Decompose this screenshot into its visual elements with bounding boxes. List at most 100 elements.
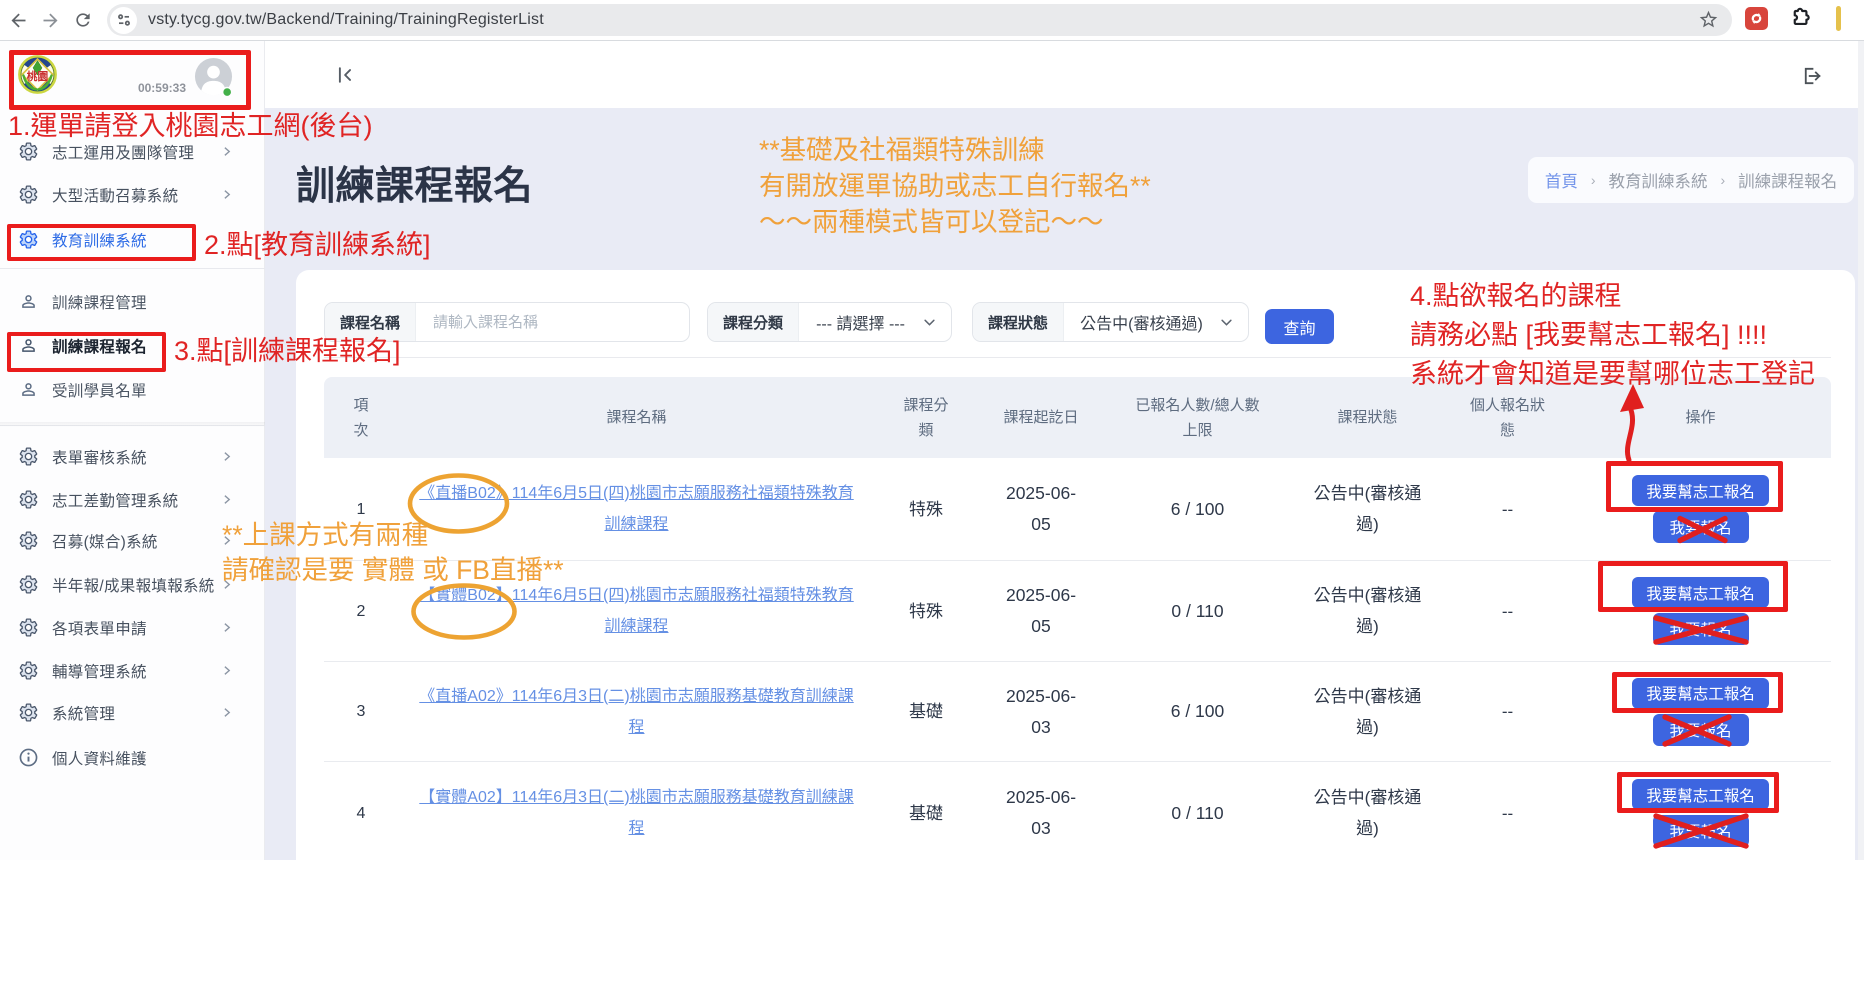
page-title: 訓練課程報名 xyxy=(296,155,533,211)
register-self-button[interactable]: 我要報名 xyxy=(1653,714,1749,746)
chevron-right-icon xyxy=(220,493,233,506)
chevron-down-icon xyxy=(922,315,937,330)
course-table: 項 次 課程名稱 課程分 類 課程起訖日 已報名人數/總人數 上限 課程狀態 個… xyxy=(324,377,1831,864)
url-text[interactable]: vsty.tycg.gov.tw/Backend/Training/Traini… xyxy=(148,11,544,29)
chevron-right-icon xyxy=(220,145,233,158)
chevron-right-icon xyxy=(220,534,233,547)
table-row: 2 【實體B02】114年6月5日(四)桃園市志願服務社福類特殊教育 訓練課程 … xyxy=(324,561,1831,662)
table-header-row: 項 次 課程名稱 課程分 類 課程起訖日 已報名人數/總人數 上限 課程狀態 個… xyxy=(324,377,1831,458)
course-name-input[interactable] xyxy=(433,314,689,331)
sidebar-divider xyxy=(0,268,265,269)
row-index: 4 xyxy=(357,798,366,829)
chevron-right-icon xyxy=(220,621,233,634)
course-link[interactable]: 《直播A02》114年6月3日(二)桃園市志願服務基礎教育訓練課 程 xyxy=(419,681,853,743)
register-for-volunteer-button[interactable]: 我要幫志工報名 xyxy=(1632,779,1769,810)
gear-icon xyxy=(18,617,39,638)
sidebar-item-system-mgmt[interactable]: 系統管理 xyxy=(0,691,265,734)
browser-forward-icon[interactable] xyxy=(37,7,63,33)
breadcrumb-home-link[interactable]: 首頁 xyxy=(1545,168,1578,192)
col-count: 已報名人數/總人數 上限 xyxy=(1135,393,1259,443)
table-row: 3 《直播A02》114年6月3日(二)桃園市志願服務基礎教育訓練課 程 基礎 … xyxy=(324,662,1831,762)
course-status: 公告中(審核通 過) xyxy=(1314,580,1422,642)
bookmark-star-icon[interactable] xyxy=(1698,9,1719,30)
course-date: 2025-06- 05 xyxy=(1006,478,1076,540)
course-status: 公告中(審核通 過) xyxy=(1314,782,1422,844)
gear-icon xyxy=(18,446,39,467)
table-row: 4 【實體A02】114年6月3日(二)桃園市志願服務基礎教育訓練課 程 基礎 … xyxy=(324,762,1831,864)
gear-icon xyxy=(18,184,39,205)
sidebar-item-event-recruit[interactable]: 大型活動召募系統 xyxy=(0,173,265,216)
sidebar-item-recruit-match[interactable]: 召募(媒合)系統 xyxy=(0,519,265,562)
person-icon xyxy=(18,335,39,356)
personal-status: -- xyxy=(1502,798,1513,829)
sidebar-header: 桃園 00:59:33 xyxy=(0,41,265,110)
chevron-right-icon xyxy=(220,578,233,591)
register-for-volunteer-button[interactable]: 我要幫志工報名 xyxy=(1632,678,1769,709)
avatar[interactable] xyxy=(194,57,233,96)
col-date: 課程起訖日 xyxy=(1003,405,1078,430)
register-for-volunteer-button[interactable]: 我要幫志工報名 xyxy=(1632,577,1769,608)
sidebar-shadow xyxy=(0,422,265,427)
person-icon xyxy=(18,379,39,400)
course-category: 特殊 xyxy=(909,494,943,525)
app-topbar xyxy=(265,41,1864,108)
filter-divider xyxy=(324,357,1831,358)
sidebar-item-volunteer-mgmt[interactable]: 志工運用及團隊管理 xyxy=(0,130,265,173)
gear-icon xyxy=(18,530,39,551)
breadcrumb-current: 訓練課程報名 xyxy=(1738,168,1837,192)
course-status-select[interactable]: 公告中(審核通過) xyxy=(1064,310,1219,334)
address-bar[interactable]: vsty.tycg.gov.tw/Backend/Training/Traini… xyxy=(107,4,1732,36)
course-count: 0 / 110 xyxy=(1171,596,1223,627)
main-content: 訓練課程報名 首頁 › 教育訓練系統 › 訓練課程報名 課程名稱 課程分類 --… xyxy=(265,108,1858,860)
chevron-right-icon xyxy=(220,706,233,719)
sidebar-item-attendance[interactable]: 志工差勤管理系統 xyxy=(0,478,265,521)
gear-icon xyxy=(18,702,39,723)
extension-red-icon[interactable] xyxy=(1745,7,1768,30)
extensions-puzzle-icon[interactable] xyxy=(1790,7,1810,27)
site-info-icon[interactable] xyxy=(110,7,137,34)
personal-status: -- xyxy=(1502,696,1513,727)
col-personal-status: 個人報名狀 態 xyxy=(1470,393,1545,443)
search-button[interactable]: 查詢 xyxy=(1265,309,1334,344)
course-count: 6 / 100 xyxy=(1171,696,1225,727)
breadcrumb-separator-icon: › xyxy=(1721,172,1726,188)
register-self-button[interactable]: 我要報名 xyxy=(1653,511,1749,543)
register-for-volunteer-button[interactable]: 我要幫志工報名 xyxy=(1632,475,1769,506)
browser-toolbar: vsty.tycg.gov.tw/Backend/Training/Traini… xyxy=(0,0,1864,41)
sidebar-item-profile[interactable]: 個人資料維護 xyxy=(0,736,265,779)
course-list-card: 課程名稱 課程分類 --- 請選擇 --- 課程狀態 公告中(審核通過) 查詢 … xyxy=(296,270,1855,990)
sidebar-item-course-mgmt[interactable]: 訓練課程管理 xyxy=(0,280,265,323)
row-index: 2 xyxy=(357,596,366,627)
sidebar-item-training-system[interactable]: 教育訓練系統 xyxy=(0,218,265,261)
browser-reload-icon[interactable] xyxy=(70,7,96,33)
course-link[interactable]: 【實體B02】114年6月5日(四)桃園市志願服務社福類特殊教育 訓練課程 xyxy=(419,580,853,642)
breadcrumb-separator-icon: › xyxy=(1591,172,1596,188)
browser-profile-strip[interactable] xyxy=(1836,6,1841,31)
sidebar-collapse-icon[interactable] xyxy=(337,66,355,84)
breadcrumb: 首頁 › 教育訓練系統 › 訓練課程報名 xyxy=(1528,157,1854,203)
course-category-select[interactable]: --- 請選擇 --- xyxy=(799,310,922,334)
course-category: 特殊 xyxy=(909,596,943,627)
register-self-button[interactable]: 我要報名 xyxy=(1653,613,1749,645)
person-icon xyxy=(18,291,39,312)
personal-status: -- xyxy=(1502,494,1513,525)
sidebar-item-form-apply[interactable]: 各項表單申請 xyxy=(0,606,265,649)
page-scrollbar[interactable] xyxy=(1858,41,1864,860)
chevron-down-icon xyxy=(1219,315,1234,330)
sidebar-item-trainee-list[interactable]: 受訓學員名單 xyxy=(0,368,265,411)
browser-back-icon[interactable] xyxy=(5,7,31,33)
gear-icon xyxy=(18,660,39,681)
course-count: 6 / 100 xyxy=(1171,494,1225,525)
sidebar-item-course-register[interactable]: 訓練課程報名 xyxy=(0,324,265,367)
sidebar-item-counseling[interactable]: 輔導管理系統 xyxy=(0,649,265,692)
col-category: 課程分 類 xyxy=(903,393,948,443)
gear-icon xyxy=(18,489,39,510)
sidebar-item-form-review[interactable]: 表單審核系統 xyxy=(0,435,265,478)
col-status: 課程狀態 xyxy=(1337,405,1397,430)
logout-icon[interactable] xyxy=(1801,65,1823,87)
course-date: 2025-06- 03 xyxy=(1006,782,1076,844)
sidebar-item-semiannual-report[interactable]: 半年報/成果報填報系統 xyxy=(0,563,265,606)
register-self-button[interactable]: 我要報名 xyxy=(1653,815,1749,847)
course-link[interactable]: 《直播B02》114年6月5日(四)桃園市志願服務社福類特殊教育 訓練課程 xyxy=(419,478,853,540)
course-link[interactable]: 【實體A02】114年6月3日(二)桃園市志願服務基礎教育訓練課 程 xyxy=(419,782,853,844)
